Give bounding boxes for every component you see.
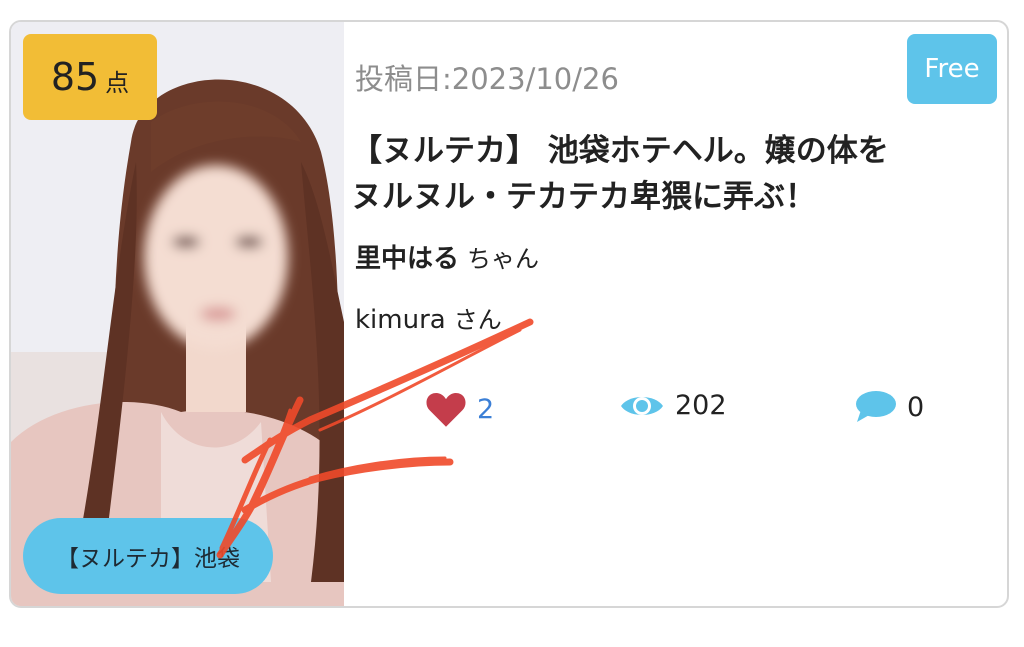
- heart-icon[interactable]: [425, 390, 467, 428]
- score-unit: 点: [105, 68, 130, 97]
- speech-bubble-icon[interactable]: [855, 390, 897, 424]
- review-card[interactable]: 85 点 【ヌルテカ】池袋 Free 投稿日:2023/10/26 【ヌルテカ】…: [9, 20, 1009, 608]
- score-value: 85: [50, 55, 100, 99]
- views-count: 202: [675, 390, 727, 421]
- girl-name-row[interactable]: 里中はる ちゃん: [355, 238, 539, 275]
- score-badge: 85 点: [23, 34, 157, 120]
- reviewer-name-suffix: さん: [453, 306, 502, 334]
- free-badge: Free: [907, 34, 997, 104]
- girl-photo[interactable]: 85 点 【ヌルテカ】池袋: [11, 22, 344, 606]
- likes-stat[interactable]: 2: [425, 390, 494, 428]
- reviewer-name-row[interactable]: kimura さん: [355, 300, 502, 335]
- posted-date: 投稿日:2023/10/26: [355, 62, 619, 96]
- reviewer-name: kimura: [355, 305, 446, 335]
- comments-stat[interactable]: 0: [855, 390, 924, 424]
- views-stat: 202: [619, 390, 727, 421]
- girl-name-suffix: ちゃん: [467, 245, 540, 273]
- girl-name: 里中はる: [355, 244, 460, 274]
- likes-count: 2: [477, 393, 495, 425]
- comments-count: 0: [907, 391, 925, 423]
- review-title[interactable]: 【ヌルテカ】 池袋ホテヘル。嬢の体を ヌルヌル・テカテカ卑猥に弄ぶ！: [351, 128, 971, 220]
- review-title-line-1: 【ヌルテカ】 池袋ホテヘル。嬢の体を: [351, 133, 889, 169]
- review-title-line-2: ヌルヌル・テカテカ卑猥に弄ぶ！: [351, 179, 816, 215]
- eye-icon: [621, 396, 663, 415]
- area-tag-button[interactable]: 【ヌルテカ】池袋: [23, 518, 273, 594]
